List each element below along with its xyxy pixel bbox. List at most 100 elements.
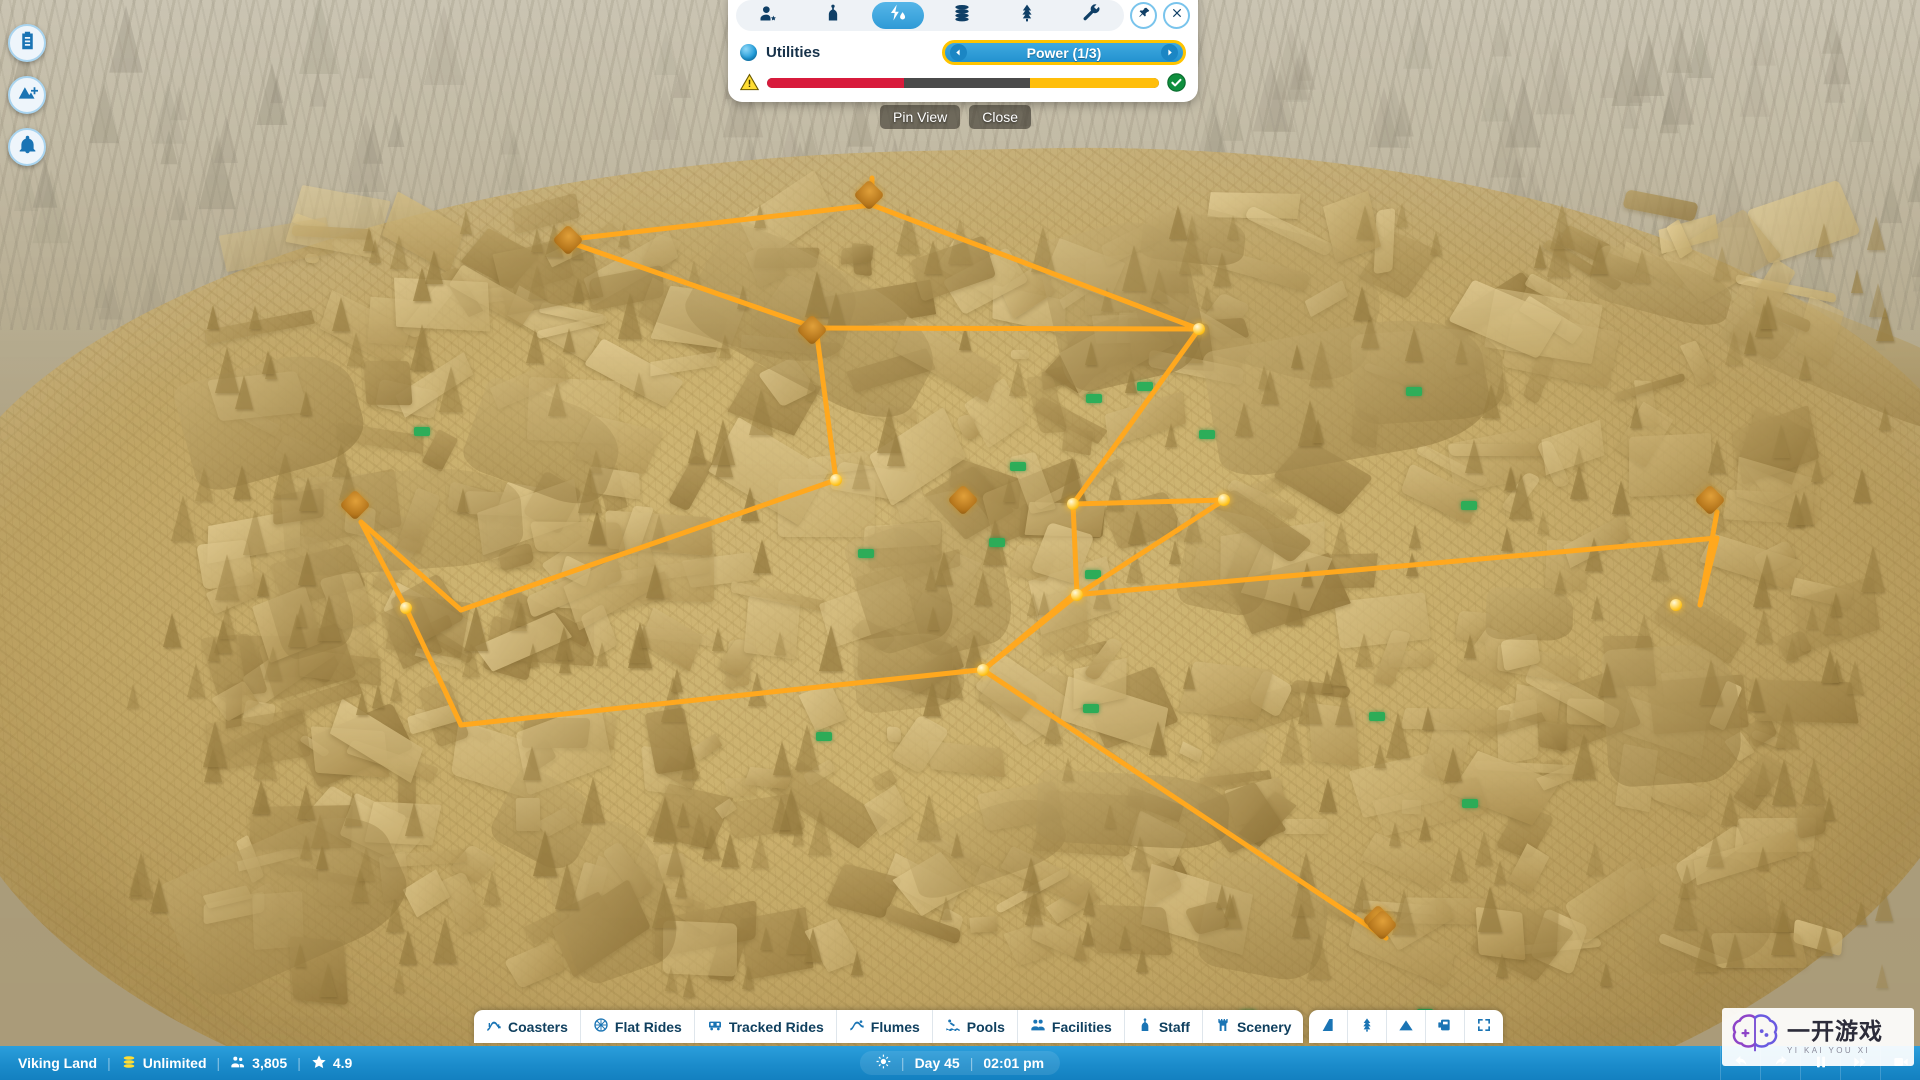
build-category-tracked-rides[interactable]: Tracked Rides — [695, 1010, 837, 1043]
overlay-type-dot — [740, 44, 757, 61]
pin-panel-button[interactable] — [1130, 2, 1157, 29]
power-line — [560, 202, 875, 243]
divider: | — [969, 1055, 974, 1071]
divider: | — [107, 1055, 111, 1071]
power-node[interactable] — [1071, 589, 1083, 601]
coins-icon — [951, 3, 973, 28]
close-panel-button[interactable] — [1163, 2, 1190, 29]
selector-value: Power (1/3) — [1026, 44, 1102, 61]
warning-icon — [739, 73, 760, 92]
time-value: 02:01 pm — [983, 1055, 1045, 1071]
build-category-label: Pools — [966, 1018, 1005, 1035]
build-category-label: Scenery — [1236, 1018, 1292, 1035]
build-category-label: Flumes — [870, 1018, 920, 1035]
pin-icon — [1137, 6, 1151, 25]
watermark-subtitle: YI KAI YOU XI — [1787, 1045, 1871, 1055]
power-line — [980, 592, 1076, 673]
overlay-tool-row — [736, 0, 1190, 31]
power-node[interactable] — [1193, 323, 1205, 335]
guests-icon — [230, 1054, 246, 1073]
close-icon — [1170, 6, 1184, 25]
build-tool-blueprints[interactable] — [1426, 1010, 1466, 1043]
build-category-pools[interactable]: Pools — [933, 1010, 1018, 1043]
power-line — [1697, 509, 1720, 608]
build-category-label: Facilities — [1051, 1018, 1112, 1035]
build-tool-paths[interactable] — [1309, 1010, 1349, 1043]
guests-value: 3,805 — [252, 1055, 288, 1071]
power-node[interactable] — [1067, 498, 1079, 510]
facilities-icon — [1030, 1017, 1046, 1036]
close-view-button[interactable]: Close — [969, 105, 1032, 129]
status-left: Viking Land | Unlimited | 3,805 | 4.9 — [0, 1054, 352, 1073]
rating-value: 4.9 — [332, 1055, 353, 1071]
build-tool-foliage[interactable] — [1348, 1010, 1388, 1043]
overlay-tool-group — [736, 0, 1124, 31]
power-line — [458, 477, 839, 613]
selector-prev-button[interactable] — [950, 44, 967, 61]
power-node[interactable] — [830, 474, 842, 486]
build-category-flumes[interactable]: Flumes — [837, 1010, 933, 1043]
mountain-icon — [1398, 1017, 1414, 1036]
tasks-icon — [17, 30, 38, 56]
money-chip[interactable]: Unlimited — [121, 1054, 207, 1073]
overlay-mode-selector[interactable]: Power (1/3) — [942, 40, 1186, 65]
power-line — [1070, 501, 1080, 598]
rail-button-tasks[interactable] — [8, 24, 46, 62]
overlay-tool-staff[interactable] — [807, 2, 859, 29]
guests-chip[interactable]: 3,805 — [230, 1054, 287, 1073]
power-node[interactable] — [977, 664, 989, 676]
tree-icon — [1359, 1017, 1375, 1036]
park-name: Viking Land — [18, 1055, 98, 1071]
pool-icon — [945, 1017, 961, 1036]
coaster-icon — [486, 1017, 502, 1036]
divider: | — [216, 1055, 221, 1071]
build-bar: Coasters Flat Rides Tracked Rides Flumes — [474, 1010, 1504, 1043]
build-category-staff[interactable]: Staff — [1125, 1010, 1203, 1043]
rating-chip[interactable]: 4.9 — [311, 1054, 352, 1073]
build-tools — [1309, 1010, 1504, 1043]
meter-segment-unused — [904, 77, 1030, 88]
build-category-facilities[interactable]: Facilities — [1018, 1010, 1125, 1043]
pin-view-button[interactable]: Pin View — [880, 105, 961, 129]
build-category-scenery[interactable]: Scenery — [1203, 1010, 1303, 1043]
power-node[interactable] — [400, 602, 412, 614]
selector-next-button[interactable] — [1161, 44, 1178, 61]
rail-button-terrain[interactable] — [8, 76, 46, 114]
build-category-label: Staff — [1158, 1018, 1190, 1035]
terrain-add-icon — [17, 82, 38, 108]
watermark: 一开游戏 YI KAI YOU XI — [1722, 1008, 1914, 1066]
guest-star-icon — [757, 3, 779, 28]
view-actions: Pin View Close — [880, 105, 1032, 129]
sun-icon — [876, 1054, 891, 1072]
power-line — [813, 325, 839, 483]
power-line — [1070, 535, 1720, 598]
overlay-header-row: Utilities Power (1/3) — [736, 40, 1190, 65]
build-category-coasters[interactable]: Coasters — [474, 1010, 581, 1043]
watermark-title: 一开游戏 — [1787, 1017, 1883, 1044]
expand-icon — [1476, 1017, 1492, 1036]
staff-icon — [822, 3, 844, 28]
money-value: Unlimited — [142, 1055, 207, 1071]
build-tool-terrain[interactable] — [1387, 1010, 1427, 1043]
divider: | — [297, 1055, 301, 1071]
build-tool-expand[interactable] — [1465, 1010, 1503, 1043]
build-category-flat-rides[interactable]: Flat Rides — [581, 1010, 695, 1043]
overlay-tool-scenery[interactable] — [1001, 2, 1053, 29]
rail-button-notifications[interactable] — [8, 128, 46, 166]
power-line — [813, 325, 1202, 332]
bell-icon — [17, 134, 38, 160]
overlay-tool-maintenance[interactable] — [1066, 2, 1118, 29]
left-rail — [8, 24, 46, 166]
power-node[interactable] — [1218, 494, 1230, 506]
overlay-tool-utilities[interactable] — [871, 2, 924, 29]
divider: | — [900, 1055, 905, 1071]
game-viewport: Utilities Power (1/3) Pin View Close Coa… — [0, 0, 1920, 1080]
power-line — [980, 667, 1389, 941]
overlay-tool-guests[interactable] — [742, 2, 794, 29]
power-node[interactable] — [1670, 599, 1682, 611]
status-bar: Viking Land | Unlimited | 3,805 | 4.9 | … — [0, 1046, 1920, 1080]
park-map[interactable] — [0, 0, 1920, 1080]
utilities-power-water-icon — [887, 3, 909, 28]
wrench-icon — [1081, 3, 1103, 28]
overlay-tool-finance[interactable] — [936, 2, 988, 29]
